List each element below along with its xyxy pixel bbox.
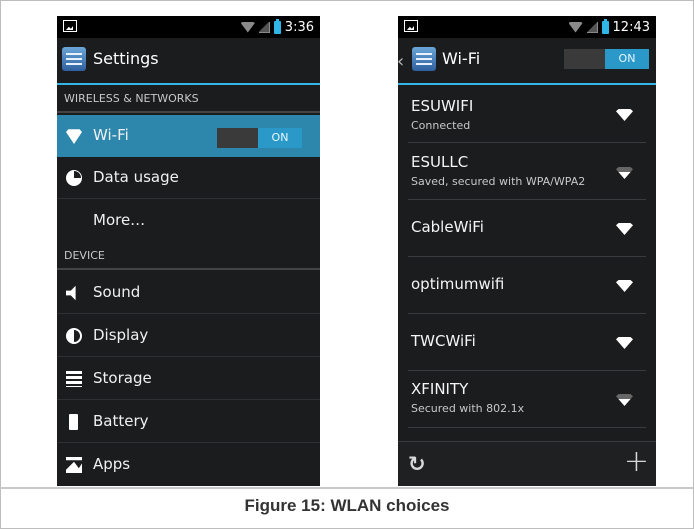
settings-item-apps[interactable]: Apps <box>57 444 320 486</box>
network-status: Secured with 802.1x <box>411 402 525 415</box>
wifi-signal-icon <box>240 21 255 33</box>
battery-setting-icon <box>69 414 78 430</box>
caption-divider <box>0 487 694 489</box>
settings-item-storage[interactable]: Storage <box>57 358 320 400</box>
network-item[interactable]: CableWiFi <box>398 200 656 257</box>
action-bar: Settings <box>57 38 320 85</box>
wifi-toggle[interactable]: ON <box>217 128 302 148</box>
settings-item-label: Data usage <box>93 168 179 186</box>
settings-item-sound[interactable]: Sound <box>57 272 320 314</box>
gallery-notification-icon <box>63 20 77 32</box>
plus-icon[interactable]: + <box>624 444 649 479</box>
settings-item-wifi[interactable]: Wi-Fi ON <box>57 115 320 157</box>
network-status: Saved, secured with WPA/WPA2 <box>411 175 586 188</box>
wifi-signal-icon <box>568 21 583 33</box>
sound-icon <box>66 285 76 301</box>
network-item[interactable]: ESUWIFI Connected <box>398 86 656 143</box>
wifi-icon <box>66 129 82 144</box>
section-header-wireless: WIRELESS & NETWORKS <box>57 85 320 113</box>
settings-item-label: Apps <box>93 455 131 473</box>
network-item[interactable]: optimumwifi <box>398 257 656 314</box>
wifi-locked-weak-icon <box>616 394 633 406</box>
gallery-notification-icon <box>404 20 418 32</box>
back-chevron-icon[interactable]: ‹ <box>398 51 404 72</box>
section-header-device: DEVICE <box>57 242 320 270</box>
settings-item-label: Display <box>93 326 149 344</box>
cell-signal-icon <box>258 21 270 33</box>
network-name: CableWiFi <box>411 218 484 236</box>
display-icon <box>66 328 82 344</box>
settings-screen: 3:36 Settings WIRELESS & NETWORKS Wi-Fi … <box>57 16 320 486</box>
network-name: ESULLC <box>411 153 469 171</box>
network-item[interactable]: TWCWiFi <box>398 314 656 371</box>
status-bar: 12:43 <box>398 16 656 38</box>
cell-signal-icon <box>586 21 598 33</box>
status-time: 12:43 <box>612 19 650 35</box>
page-title: Wi-Fi <box>442 49 481 68</box>
refresh-icon[interactable]: ↻ <box>408 452 426 476</box>
network-item[interactable]: ESULLC Saved, secured with WPA/WPA2 <box>398 143 656 200</box>
network-status: Connected <box>411 119 471 132</box>
settings-item-label: Sound <box>93 283 141 301</box>
settings-item-label: Battery <box>93 412 149 430</box>
settings-item-more[interactable]: More… <box>57 200 320 242</box>
figure-caption: Figure 15: WLAN choices <box>244 496 450 515</box>
wifi-strong-icon <box>616 337 633 349</box>
network-item[interactable]: XFINITY Secured with 802.1x <box>398 371 656 428</box>
wifi-screen: 12:43 ‹ Wi-Fi ON ESUWIFI Connected ESULL… <box>398 16 656 486</box>
settings-app-icon[interactable] <box>412 47 436 71</box>
settings-item-label: Storage <box>93 369 152 387</box>
wifi-strong-icon <box>616 280 633 292</box>
wifi-locked-weak-icon <box>616 167 633 179</box>
network-name: XFINITY <box>411 380 469 398</box>
wifi-locked-strong-icon <box>616 109 633 121</box>
battery-icon <box>601 18 609 34</box>
network-name: ESUWIFI <box>411 97 474 115</box>
status-bar: 3:36 <box>57 16 320 38</box>
page-title: Settings <box>93 49 159 68</box>
wifi-toggle[interactable]: ON <box>564 49 649 69</box>
data-usage-icon <box>66 170 82 186</box>
toggle-on-label: ON <box>605 49 649 69</box>
storage-icon <box>66 371 82 387</box>
settings-item-battery[interactable]: Battery <box>57 401 320 443</box>
settings-item-data-usage[interactable]: Data usage <box>57 157 320 199</box>
settings-item-label: More… <box>93 211 146 229</box>
toggle-on-label: ON <box>258 128 302 148</box>
network-name: TWCWiFi <box>411 332 476 350</box>
bottom-action-bar: ↻ + <box>398 441 656 486</box>
apps-icon <box>66 457 82 473</box>
wifi-strong-icon <box>616 223 633 235</box>
settings-item-display[interactable]: Display <box>57 315 320 357</box>
network-name: optimumwifi <box>411 275 505 293</box>
status-time: 3:36 <box>284 19 314 35</box>
settings-item-label: Wi-Fi <box>93 126 129 144</box>
action-bar: ‹ Wi-Fi ON <box>398 38 656 85</box>
settings-app-icon[interactable] <box>62 47 86 71</box>
battery-icon <box>273 18 281 34</box>
